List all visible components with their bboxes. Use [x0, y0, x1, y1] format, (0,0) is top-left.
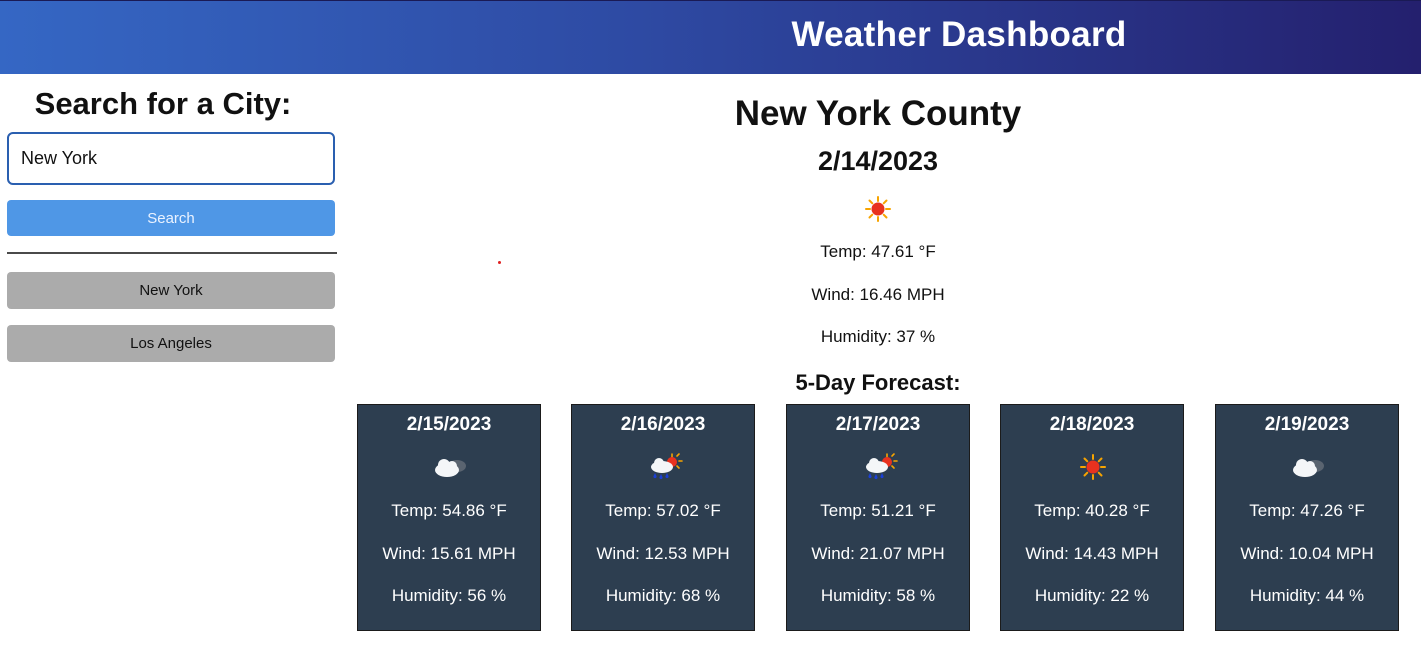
forecast-date: 2/17/2023 — [835, 414, 921, 435]
search-button[interactable]: Search — [7, 200, 335, 236]
forecast-humidity: Humidity: 44 % — [1249, 586, 1365, 605]
forecast-card: 2/16/2023 Temp: 57.02 °F Wind: 12.53 MPH… — [571, 404, 755, 631]
sun-rain-cloud-icon — [866, 453, 898, 480]
sun-icon — [1080, 454, 1106, 480]
forecast-date: 2/19/2023 — [1264, 414, 1350, 435]
main-content: New York County 2/14/2023 Temp: 47.61 °F… — [342, 74, 1421, 647]
forecast-date: 2/15/2023 — [406, 414, 492, 435]
forecast-card: 2/18/2023 Temp: 40.28 °F Wind: 14.43 MPH… — [1000, 404, 1184, 631]
forecast-title: 5-Day Forecast: — [795, 370, 961, 395]
forecast-wind: Wind: 10.04 MPH — [1240, 544, 1374, 563]
history-button-los-angeles[interactable]: Los Angeles — [7, 325, 335, 362]
search-title: Search for a City: — [34, 86, 292, 121]
current-date: 2/14/2023 — [817, 146, 939, 176]
forecast-card: 2/19/2023 Temp: 47.26 °F Wind: 10.04 MPH… — [1215, 404, 1399, 631]
cloudy-icon — [435, 459, 466, 477]
app-header: Weather Dashboard — [0, 0, 1421, 74]
forecast-humidity: Humidity: 56 % — [391, 586, 507, 605]
forecast-card: 2/15/2023 Temp: 54.86 °F Wind: 15.61 MPH… — [357, 404, 541, 631]
forecast-date: 2/16/2023 — [620, 414, 706, 435]
forecast-wind: Wind: 21.07 MPH — [811, 544, 945, 563]
sun-rain-cloud-icon — [651, 453, 683, 480]
forecast-humidity: Humidity: 68 % — [605, 586, 721, 605]
search-sidebar: Search for a City: Search New York Los A… — [0, 74, 342, 647]
history-button-new-york[interactable]: New York — [7, 272, 335, 309]
forecast-temp: Temp: 54.86 °F — [391, 501, 507, 520]
current-temp: Temp: 47.61 °F — [820, 242, 936, 261]
sidebar-divider — [7, 252, 337, 254]
forecast-temp: Temp: 40.28 °F — [1034, 501, 1150, 520]
forecast-temp: Temp: 47.26 °F — [1249, 501, 1365, 520]
forecast-temp: Temp: 57.02 °F — [605, 501, 721, 520]
cloudy-icon — [1293, 459, 1324, 477]
current-humidity: Humidity: 37 % — [820, 327, 936, 346]
current-city-name: New York County — [734, 94, 1022, 133]
forecast-humidity: Humidity: 22 % — [1034, 586, 1150, 605]
forecast-temp: Temp: 51.21 °F — [820, 501, 936, 520]
sun-icon — [865, 196, 891, 222]
app-title: Weather Dashboard — [791, 15, 1127, 54]
forecast-card: 2/17/2023 Temp: 51.21 °F Wind: 21.07 MPH… — [786, 404, 970, 631]
current-wind: Wind: 16.46 MPH — [811, 285, 945, 304]
forecast-humidity: Humidity: 58 % — [820, 586, 936, 605]
forecast-wind: Wind: 12.53 MPH — [596, 544, 730, 563]
city-search-input[interactable] — [7, 132, 335, 185]
forecast-wind: Wind: 15.61 MPH — [382, 544, 516, 563]
forecast-date: 2/18/2023 — [1049, 414, 1135, 435]
forecast-wind: Wind: 14.43 MPH — [1025, 544, 1159, 563]
